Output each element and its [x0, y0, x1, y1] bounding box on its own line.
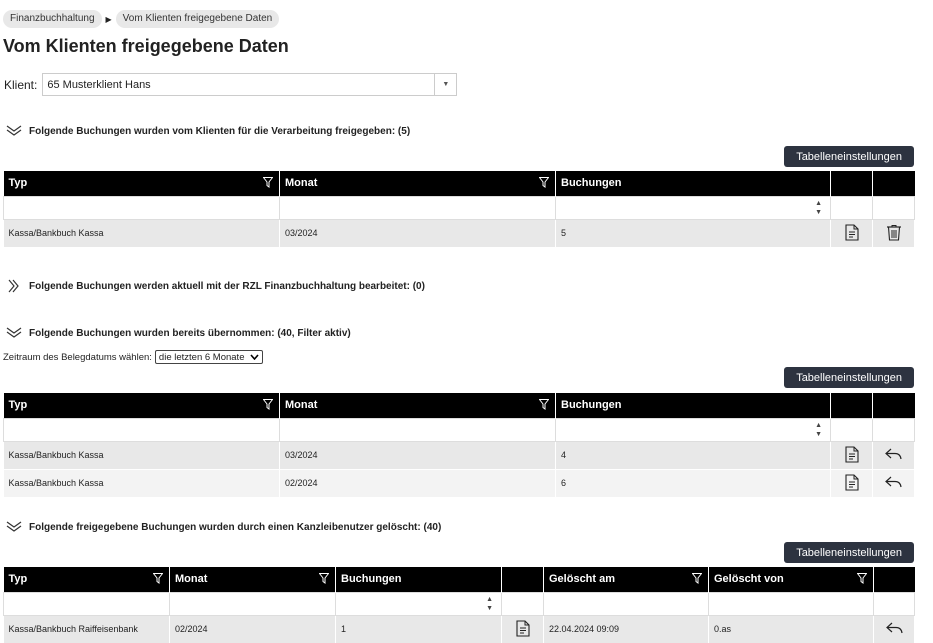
client-row: Klient: 65 Musterklient Hans ▼	[4, 73, 458, 96]
period-filter-row: Zeitraum des Belegdatums wählen: die let…	[3, 350, 264, 364]
column-header-monat[interactable]: Monat	[169, 567, 336, 592]
column-header-buchungen[interactable]: Buchungen	[335, 567, 502, 592]
table-settings-button-1[interactable]: Tabelleneinstellungen	[784, 146, 914, 167]
chevron-double-down-icon[interactable]	[5, 521, 23, 533]
table-uebernommen: Typ Monat Buchungen ▲ ▼ Kassa/Bankbuch Ka…	[3, 393, 915, 498]
filter-input-geloescht-am[interactable]	[543, 591, 709, 616]
trash-icon[interactable]	[886, 224, 902, 241]
client-select[interactable]: 65 Musterklient Hans ▼	[42, 73, 458, 96]
table-settings-button-3[interactable]: Tabelleneinstellungen	[784, 542, 914, 563]
period-select[interactable]: die letzten 6 Monate	[154, 350, 264, 364]
document-icon[interactable]	[844, 473, 859, 491]
filter-icon[interactable]	[153, 573, 163, 584]
breadcrumb-item-finanzbuchhaltung[interactable]: Finanzbuchhaltung	[3, 10, 102, 28]
column-header-monat[interactable]: Monat	[279, 171, 556, 196]
filter-input-monat[interactable]	[169, 591, 336, 616]
table-row[interactable]: Kassa/Bankbuch Kassa 02/2024 6	[3, 469, 915, 498]
filter-input-buchungen[interactable]: ▲ ▼	[555, 195, 831, 220]
table-row[interactable]: Kassa/Bankbuch Kassa 03/2024 5	[3, 219, 915, 248]
column-header-geloescht-am[interactable]: Gelöscht am	[543, 567, 709, 592]
table-row[interactable]: Kassa/Bankbuch Raiffeisenbank 02/2024 1 …	[3, 615, 915, 643]
cell-typ: Kassa/Bankbuch Kassa	[3, 219, 280, 248]
reply-icon[interactable]	[885, 476, 902, 488]
chevron-down-icon[interactable]: ▼	[434, 74, 456, 95]
section-freigegeben-title: Folgende Buchungen wurden vom Klienten f…	[29, 125, 411, 137]
section-geloescht-header[interactable]: Folgende freigegebene Buchungen wurden d…	[5, 521, 441, 533]
filter-icon[interactable]	[692, 573, 702, 584]
cell-geloescht-von: 0.as	[708, 615, 874, 643]
client-label: Klient:	[4, 77, 38, 92]
cell-buchungen: 5	[555, 219, 831, 248]
cell-buchungen: 6	[555, 469, 831, 498]
spinner-arrows-icon[interactable]: ▲ ▼	[815, 421, 822, 439]
section-in-bearbeitung-header[interactable]: Folgende Buchungen werden aktuell mit de…	[5, 279, 425, 293]
filter-icon[interactable]	[319, 573, 329, 584]
table-freigegeben: Typ Monat Buchungen ▲ ▼ Kassa/Bankbuch Ka…	[3, 171, 915, 248]
filter-input-typ[interactable]	[3, 591, 170, 616]
section-uebernommen-title: Folgende Buchungen wurden bereits überno…	[29, 327, 351, 339]
filter-icon[interactable]	[263, 399, 273, 410]
table-settings-button-2[interactable]: Tabelleneinstellungen	[784, 367, 914, 388]
column-header-actions-1	[830, 171, 873, 196]
column-header-geloescht-von[interactable]: Gelöscht von	[708, 567, 874, 592]
period-label: Zeitraum des Belegdatums wählen:	[3, 351, 152, 363]
page-title: Vom Klienten freigegebene Daten	[3, 36, 289, 56]
filter-icon[interactable]	[539, 399, 549, 410]
table-row[interactable]: Kassa/Bankbuch Kassa 03/2024 4	[3, 441, 915, 470]
column-header-monat[interactable]: Monat	[279, 393, 556, 418]
column-header-typ[interactable]: Typ	[3, 567, 170, 592]
client-select-value: 65 Musterklient Hans	[47, 78, 151, 91]
document-icon[interactable]	[515, 619, 530, 637]
filter-icon[interactable]	[857, 573, 867, 584]
chevron-double-down-icon[interactable]	[5, 125, 23, 137]
breadcrumb-separator-icon: ▶	[105, 14, 112, 24]
cell-typ: Kassa/Bankbuch Kassa	[3, 441, 280, 470]
document-icon[interactable]	[844, 223, 859, 241]
column-header-typ[interactable]: Typ	[3, 393, 280, 418]
filter-input-typ[interactable]	[3, 195, 280, 220]
filter-icon[interactable]	[539, 177, 549, 188]
breadcrumb: Finanzbuchhaltung ▶ Vom Klienten freigeg…	[3, 10, 280, 28]
reply-icon[interactable]	[885, 622, 903, 634]
breadcrumb-item-current: Vom Klienten freigegebene Daten	[115, 10, 280, 28]
table-geloescht: Typ Monat Buchungen Gelöscht am Gelöscht…	[3, 567, 915, 643]
chevron-down-icon	[250, 354, 260, 360]
chevron-double-right-icon[interactable]	[5, 279, 23, 293]
column-header-typ[interactable]: Typ	[3, 171, 280, 196]
filter-input-typ[interactable]	[3, 417, 280, 442]
column-header-buchungen[interactable]: Buchungen	[555, 393, 831, 418]
chevron-double-down-icon[interactable]	[5, 327, 23, 339]
document-icon[interactable]	[844, 445, 859, 463]
column-header-buchungen[interactable]: Buchungen	[555, 171, 831, 196]
cell-geloescht-am: 22.04.2024 09:09	[543, 615, 709, 643]
cell-typ: Kassa/Bankbuch Kassa	[3, 469, 280, 498]
cell-monat: 03/2024	[279, 441, 556, 470]
cell-monat: 03/2024	[279, 219, 556, 248]
filter-input-monat[interactable]	[279, 417, 556, 442]
cell-buchungen: 1	[335, 615, 502, 643]
section-in-bearbeitung-title: Folgende Buchungen werden aktuell mit de…	[29, 280, 425, 292]
section-freigegeben-header[interactable]: Folgende Buchungen wurden vom Klienten f…	[5, 125, 410, 137]
spinner-arrows-icon[interactable]: ▲ ▼	[815, 199, 822, 217]
section-uebernommen-header[interactable]: Folgende Buchungen wurden bereits überno…	[5, 327, 351, 339]
cell-monat: 02/2024	[169, 615, 336, 643]
filter-input-buchungen[interactable]: ▲ ▼	[555, 417, 831, 442]
spinner-arrows-icon[interactable]: ▲ ▼	[486, 595, 493, 613]
filter-input-monat[interactable]	[279, 195, 556, 220]
filter-input-geloescht-von[interactable]	[708, 591, 874, 616]
period-select-value: die letzten 6 Monate	[158, 351, 245, 363]
column-header-actions-2	[872, 171, 915, 196]
cell-monat: 02/2024	[279, 469, 556, 498]
reply-icon[interactable]	[885, 448, 902, 460]
filter-icon[interactable]	[263, 177, 273, 188]
section-geloescht-title: Folgende freigegebene Buchungen wurden d…	[29, 521, 442, 533]
filter-input-buchungen[interactable]: ▲ ▼	[335, 591, 502, 616]
cell-buchungen: 4	[555, 441, 831, 470]
cell-typ: Kassa/Bankbuch Raiffeisenbank	[3, 615, 170, 643]
